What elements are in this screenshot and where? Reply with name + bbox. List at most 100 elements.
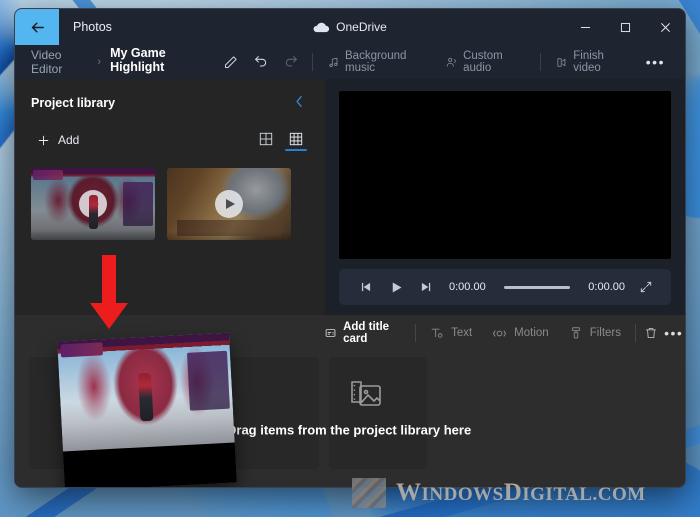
- clip1-hud-right: [123, 182, 153, 226]
- timeline-divider-1: [415, 324, 417, 342]
- title-card-icon: [325, 329, 336, 337]
- motion-icon: [493, 329, 507, 337]
- add-label: Add: [58, 133, 80, 147]
- trash-icon: [646, 327, 657, 339]
- breadcrumb-separator: ›: [97, 56, 102, 68]
- filters-label: Filters: [589, 327, 621, 339]
- project-name-tab[interactable]: My Game Highlight: [104, 43, 216, 81]
- library-actions-bar: Add: [15, 122, 325, 152]
- toolbar-divider-2: [540, 53, 541, 71]
- title-bar: Photos OneDrive: [15, 9, 685, 45]
- expand-icon: [640, 281, 652, 293]
- finish-video-label: Finish video: [573, 50, 604, 74]
- add-title-card-button[interactable]: Add title card: [315, 320, 411, 346]
- preview-screen[interactable]: [339, 91, 671, 259]
- grid-large-icon: [259, 132, 273, 146]
- play-button[interactable]: [381, 272, 411, 302]
- dragged-clip-hud-left: [60, 342, 103, 358]
- grid-small-icon: [289, 132, 303, 146]
- close-icon: [660, 22, 670, 32]
- play-overlay-1[interactable]: [79, 190, 107, 218]
- add-button[interactable]: Add: [31, 128, 85, 152]
- text-button[interactable]: Text: [420, 320, 482, 346]
- toolbar-divider-1: [311, 53, 313, 71]
- onedrive-status[interactable]: OneDrive: [313, 20, 387, 34]
- view-large-grid-button[interactable]: [253, 129, 279, 151]
- chevron-left-icon: [296, 96, 302, 107]
- toolbar-more-button[interactable]: •••: [636, 54, 675, 70]
- maximize-button[interactable]: [605, 9, 645, 45]
- library-item-game-clip-1[interactable]: [31, 168, 155, 240]
- motion-button[interactable]: Motion: [482, 320, 559, 346]
- background-music-label: Background music: [345, 50, 407, 74]
- storyboard-timeline: Add title card Text Motion Filters ••• D…: [15, 315, 685, 487]
- previous-frame-icon: [361, 282, 371, 292]
- text-label: Text: [451, 327, 473, 339]
- text-icon: [431, 328, 443, 338]
- minimize-button[interactable]: [565, 9, 605, 45]
- dragged-clip-hud-right: [186, 350, 230, 411]
- view-large-underline: [255, 149, 277, 151]
- view-small-underline: [285, 149, 307, 151]
- previous-frame-button[interactable]: [351, 272, 381, 302]
- library-header: Project library: [15, 79, 325, 122]
- next-frame-icon: [421, 282, 431, 292]
- current-time: 0:00.00: [449, 281, 486, 293]
- back-button[interactable]: [15, 9, 59, 45]
- filters-icon: [571, 327, 580, 339]
- cloud-icon: [313, 22, 330, 32]
- view-small-grid-button[interactable]: [283, 129, 309, 151]
- play-overlay-2[interactable]: [215, 190, 243, 218]
- playback-controls: 0:00.00 0:00.00: [339, 269, 671, 305]
- photos-app-window: Photos OneDrive Video Editor › My Game H…: [14, 8, 686, 488]
- editor-toolbar: Video Editor › My Game Highlight Backgro…: [15, 43, 685, 81]
- editor-upper-area: Project library Add 0:00.00 0:00.00: [15, 79, 685, 315]
- undo-icon: [254, 56, 266, 67]
- play-icon: [392, 282, 401, 292]
- library-collapse-button[interactable]: [290, 93, 309, 112]
- motion-label: Motion: [514, 327, 549, 339]
- minimize-icon: [580, 26, 590, 28]
- timeline-more-button[interactable]: •••: [662, 320, 685, 346]
- app-title: Photos: [73, 20, 112, 34]
- library-thumbnail-grid: [15, 152, 325, 240]
- play-icon: [226, 199, 235, 209]
- plus-icon: [38, 135, 49, 145]
- library-view-toggles: [253, 129, 309, 151]
- clip1-hud-left: [33, 170, 63, 180]
- playback-slider[interactable]: [503, 285, 571, 289]
- project-library-panel: Project library Add: [15, 79, 325, 315]
- custom-audio-button[interactable]: Custom audio: [437, 48, 534, 76]
- timeline-slot-3[interactable]: [329, 357, 427, 469]
- custom-audio-label: Custom audio: [463, 50, 503, 74]
- close-button[interactable]: [645, 9, 685, 45]
- undo-button[interactable]: [246, 48, 276, 76]
- timeline-track: Drag items from the project library here: [15, 332, 685, 487]
- dragged-clip-thumbnail: [57, 332, 235, 453]
- background-music-button[interactable]: Background music: [319, 48, 437, 76]
- video-preview-panel: 0:00.00 0:00.00: [325, 79, 685, 315]
- library-title: Project library: [31, 95, 116, 110]
- timeline-divider-2: [635, 324, 636, 342]
- finish-video-button[interactable]: Finish video: [547, 48, 636, 76]
- filters-button[interactable]: Filters: [559, 320, 631, 346]
- redo-button[interactable]: [276, 48, 306, 76]
- redo-icon: [285, 56, 297, 67]
- dragged-clip-letterbox: [62, 441, 237, 487]
- dragged-clip[interactable]: [57, 332, 237, 487]
- back-arrow-icon: [31, 22, 44, 32]
- fullscreen-button[interactable]: [633, 274, 659, 300]
- delete-button[interactable]: [640, 320, 663, 346]
- export-icon: [557, 57, 566, 67]
- add-title-card-label: Add title card: [343, 321, 390, 345]
- total-time: 0:00.00: [588, 281, 625, 293]
- person-audio-icon: [446, 57, 456, 67]
- window-controls: [565, 9, 685, 45]
- rename-project-button[interactable]: [216, 48, 246, 76]
- next-frame-button[interactable]: [411, 272, 441, 302]
- play-icon: [90, 199, 99, 209]
- onedrive-label: OneDrive: [336, 20, 387, 34]
- breadcrumb-video-editor[interactable]: Video Editor: [25, 48, 94, 76]
- library-item-game-clip-2[interactable]: [167, 168, 291, 240]
- music-note-icon: [329, 57, 338, 67]
